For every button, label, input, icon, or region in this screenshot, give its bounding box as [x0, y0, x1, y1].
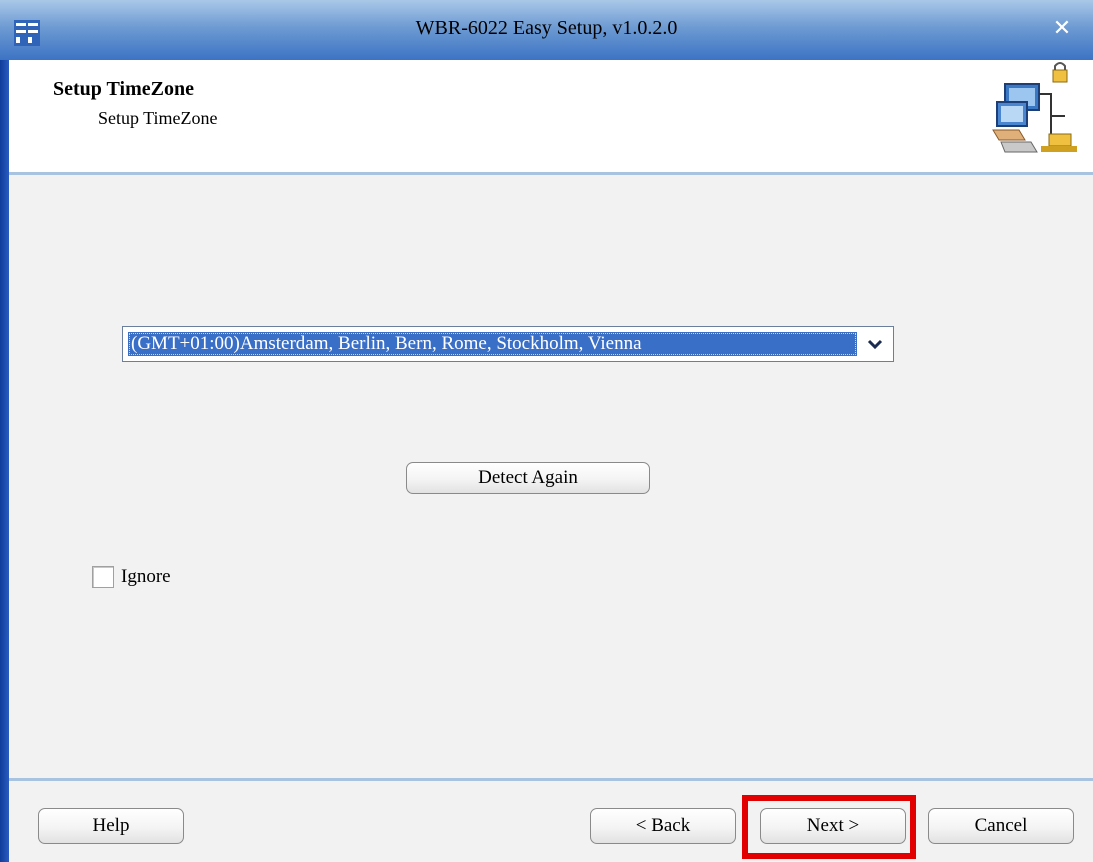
timezone-dropdown[interactable]: (GMT+01:00)Amsterdam, Berlin, Bern, Rome… [122, 326, 894, 362]
window-left-border [0, 60, 9, 862]
timezone-selected-value[interactable]: (GMT+01:00)Amsterdam, Berlin, Bern, Rome… [128, 332, 857, 356]
next-button[interactable]: Next > [760, 808, 906, 844]
ignore-label[interactable]: Ignore [121, 566, 171, 588]
setup-window: WBR-6022 Easy Setup, v1.0.2.0 ✕ Setup Ti… [0, 0, 1093, 862]
footer-separator [9, 778, 1093, 781]
chevron-down-icon[interactable] [861, 331, 889, 357]
title-bar[interactable]: WBR-6022 Easy Setup, v1.0.2.0 ✕ [0, 0, 1093, 60]
detect-again-button[interactable]: Detect Again [406, 462, 650, 494]
help-button[interactable]: Help [38, 808, 184, 844]
window-title: WBR-6022 Easy Setup, v1.0.2.0 [415, 17, 678, 39]
close-icon[interactable]: ✕ [1051, 18, 1073, 40]
page-subtitle: Setup TimeZone [98, 108, 218, 128]
back-button[interactable]: < Back [590, 808, 736, 844]
cancel-button[interactable]: Cancel [928, 808, 1074, 844]
header-separator [9, 172, 1093, 175]
network-computers-icon [979, 60, 1083, 162]
ignore-checkbox[interactable] [92, 566, 114, 588]
wizard-header: Setup TimeZone Setup TimeZone [9, 60, 1093, 172]
page-title: Setup TimeZone [53, 78, 194, 100]
